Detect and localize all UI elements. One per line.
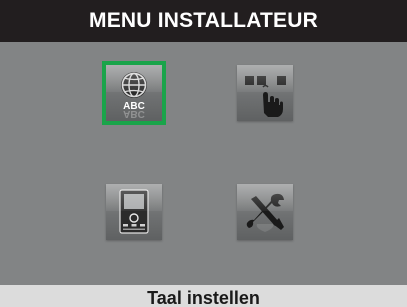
menu-title: MENU INSTALLATEUR	[89, 9, 318, 32]
menu-grid: ABC ABC	[0, 42, 407, 285]
menu-title-bar: MENU INSTALLATEUR	[0, 0, 407, 42]
tools-settings-button[interactable]	[237, 184, 293, 240]
language-label-reflection: ABC	[123, 108, 145, 119]
installer-menu-screen: MENU INSTALLATEUR ABC ABC Taal instellen	[0, 0, 407, 307]
language-globe-icon: ABC ABC	[121, 72, 147, 119]
tools-icon	[246, 193, 284, 232]
video-monitor-icon	[119, 189, 149, 234]
touch-settings-button[interactable]	[237, 65, 293, 121]
selected-item-caption: Taal instellen	[147, 288, 260, 307]
selected-item-caption-bar: Taal instellen	[0, 285, 407, 307]
touch-keypad-icon	[245, 76, 286, 117]
monitor-settings-button[interactable]	[106, 184, 162, 240]
language-menu-button[interactable]: ABC ABC	[102, 61, 166, 125]
